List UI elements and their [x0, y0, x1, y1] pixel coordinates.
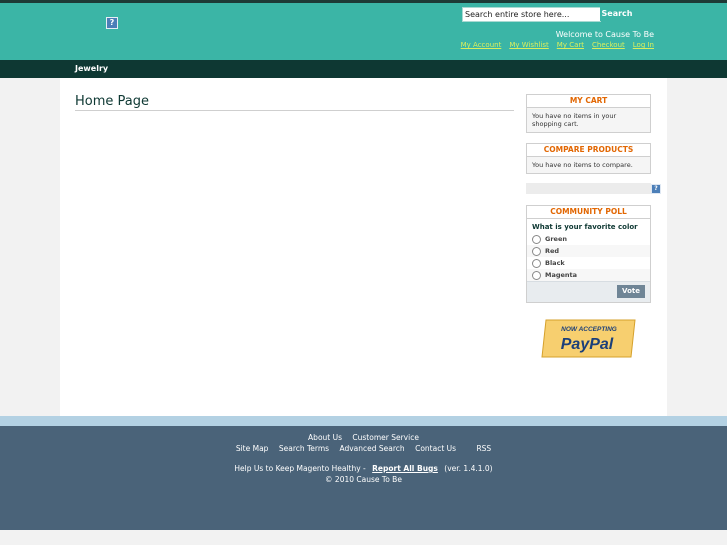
- compare-empty-text: You have no items to compare.: [532, 161, 633, 169]
- poll-title: COMMUNITY POLL: [527, 206, 650, 219]
- poll-actions: Vote: [527, 281, 650, 302]
- logo-icon[interactable]: ?: [106, 17, 118, 29]
- report-bugs-link[interactable]: Report All Bugs: [372, 464, 438, 473]
- radio-icon[interactable]: [532, 258, 541, 268]
- cart-block: MY CART You have no items in your shoppi…: [526, 94, 651, 133]
- radio-icon[interactable]: [532, 234, 541, 244]
- cart-empty-text: You have no items in your shopping cart.: [532, 112, 617, 128]
- nav-item-jewelry[interactable]: Jewelry: [75, 64, 108, 73]
- footer-link-search-terms[interactable]: Search Terms: [279, 444, 329, 453]
- search-button[interactable]: Search: [600, 7, 634, 21]
- poll-option-label: Green: [545, 235, 567, 243]
- vote-button[interactable]: Vote: [617, 285, 645, 298]
- poll-option-magenta[interactable]: Magenta: [527, 269, 650, 281]
- footer-version: (ver. 1.4.1.0): [444, 464, 493, 473]
- footer-top-band: [0, 416, 727, 426]
- sidebar-strip: [526, 183, 651, 194]
- poll-option-label: Magenta: [545, 271, 578, 279]
- footer-link-customer-service[interactable]: Customer Service: [352, 433, 419, 442]
- poll-option-label: Red: [545, 247, 560, 255]
- footer-help-text: Help Us to Keep Magento Healthy -: [234, 464, 366, 473]
- top-links: My Account My Wishlist My Cart Checkout …: [461, 41, 654, 49]
- footer-link-about-us[interactable]: About Us: [308, 433, 342, 442]
- footer-help-row: Help Us to Keep Magento Healthy - Report…: [0, 464, 727, 473]
- header: ? Search Welcome to Cause To Be My Accou…: [0, 3, 727, 60]
- footer-link-site-map[interactable]: Site Map: [236, 444, 269, 453]
- page-title: Home Page: [75, 94, 514, 111]
- link-my-wishlist[interactable]: My Wishlist: [509, 41, 548, 49]
- poll-options: Green Red Black Magenta: [527, 233, 650, 281]
- question-icon[interactable]: ?: [651, 184, 661, 194]
- cart-title: MY CART: [527, 95, 650, 108]
- poll-question: What is your favorite color: [527, 219, 650, 233]
- community-poll-block: COMMUNITY POLL What is your favorite col…: [526, 205, 651, 303]
- poll-option-green[interactable]: Green: [527, 233, 650, 245]
- footer-link-contact-us[interactable]: Contact Us: [415, 444, 456, 453]
- paypal-logo: PayPal: [561, 336, 614, 353]
- compare-title: COMPARE PRODUCTS: [527, 144, 650, 157]
- paypal-line1: NOW ACCEPTING: [561, 326, 617, 333]
- link-checkout[interactable]: Checkout: [592, 41, 625, 49]
- poll-option-black[interactable]: Black: [527, 257, 650, 269]
- footer-link-rss[interactable]: RSS: [476, 444, 491, 453]
- radio-icon[interactable]: [532, 246, 541, 256]
- footer-links-row-1: About Us Customer Service: [0, 433, 727, 442]
- compare-block: COMPARE PRODUCTS You have no items to co…: [526, 143, 651, 174]
- footer-link-advanced-search[interactable]: Advanced Search: [339, 444, 404, 453]
- main-nav: Jewelry: [0, 60, 727, 78]
- poll-option-label: Black: [545, 259, 565, 267]
- welcome-message: Welcome to Cause To Be: [555, 30, 654, 39]
- link-my-account[interactable]: My Account: [461, 41, 502, 49]
- footer: About Us Customer Service Site Map Searc…: [0, 426, 727, 530]
- search-input[interactable]: [462, 7, 601, 22]
- footer-links-row-2: Site Map Search Terms Advanced Search Co…: [0, 444, 727, 453]
- link-my-cart[interactable]: My Cart: [557, 41, 584, 49]
- paypal-badge[interactable]: NOW ACCEPTING PayPal: [540, 319, 637, 358]
- link-log-in[interactable]: Log In: [633, 41, 654, 49]
- footer-copyright: © 2010 Cause To Be: [325, 475, 402, 484]
- page-bottom: [0, 530, 727, 545]
- poll-option-red[interactable]: Red: [527, 245, 650, 257]
- radio-icon[interactable]: [532, 270, 541, 280]
